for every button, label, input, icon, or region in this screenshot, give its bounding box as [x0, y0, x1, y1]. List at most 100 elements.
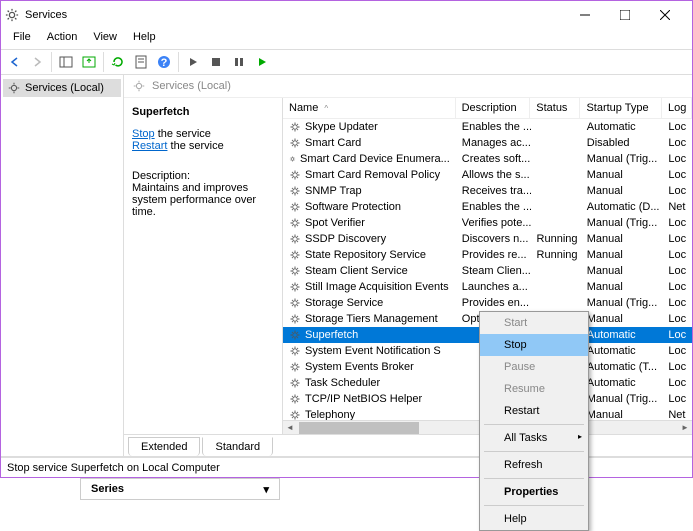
scroll-left-icon[interactable]: ◄: [283, 421, 297, 435]
service-row[interactable]: Still Image Acquisition EventsLaunches a…: [283, 279, 692, 295]
cell-status: [531, 206, 581, 208]
service-row[interactable]: Skype UpdaterEnables the ...AutomaticLoc: [283, 119, 692, 135]
cell-logon: Loc: [662, 136, 692, 150]
forward-button[interactable]: [26, 51, 48, 73]
scroll-thumb[interactable]: [299, 422, 419, 434]
cell-name: Superfetch: [283, 328, 456, 342]
service-row[interactable]: Steam Client ServiceSteam Clien...Manual…: [283, 263, 692, 279]
service-row[interactable]: Smart Card Device Enumera...Creates soft…: [283, 151, 692, 167]
service-row[interactable]: Storage ServiceProvides en...Manual (Tri…: [283, 295, 692, 311]
nav-services-local[interactable]: Services (Local): [3, 79, 121, 97]
pause-service-button[interactable]: [228, 51, 250, 73]
context-menu: Start Stop Pause Resume Restart All Task…: [479, 311, 589, 531]
column-name[interactable]: Name: [283, 98, 456, 118]
ctx-all-tasks[interactable]: All Tasks: [480, 427, 588, 449]
service-row[interactable]: SNMP TrapReceives tra...ManualLoc: [283, 183, 692, 199]
titlebar: Services: [1, 1, 692, 29]
tab-standard[interactable]: Standard: [202, 437, 273, 456]
gear-icon: [289, 265, 301, 277]
gear-icon: [289, 281, 301, 293]
gear-icon: [289, 313, 301, 325]
help-button[interactable]: ?: [153, 51, 175, 73]
ctx-resume[interactable]: Resume: [480, 378, 588, 400]
start-service-button[interactable]: [182, 51, 204, 73]
maximize-button[interactable]: [608, 2, 648, 28]
separator: [484, 478, 584, 479]
column-description[interactable]: Description: [456, 98, 531, 118]
ctx-start[interactable]: Start: [480, 312, 588, 334]
navigation-pane: Services (Local): [1, 75, 124, 456]
cell-status: [531, 174, 581, 176]
cell-name: SNMP Trap: [283, 184, 456, 198]
minimize-icon: [580, 10, 590, 20]
gear-icon: [289, 217, 301, 229]
cell-startup: Manual (Trig...: [581, 152, 663, 166]
ctx-pause[interactable]: Pause: [480, 356, 588, 378]
cell-name: Software Protection: [283, 200, 456, 214]
menu-view[interactable]: View: [85, 29, 125, 49]
restart-service-button[interactable]: [251, 51, 273, 73]
menu-file[interactable]: File: [5, 29, 39, 49]
cell-logon: Loc: [662, 152, 692, 166]
menu-help[interactable]: Help: [125, 29, 164, 49]
cell-description: Creates soft...: [456, 152, 531, 166]
menu-action[interactable]: Action: [39, 29, 86, 49]
chevron-down-icon: ▾: [263, 483, 269, 496]
gear-icon: [289, 233, 301, 245]
cell-status: [531, 222, 581, 224]
description-label: Description:: [132, 170, 274, 182]
service-row[interactable]: Smart CardManages ac...DisabledLoc: [283, 135, 692, 151]
refresh-button[interactable]: [107, 51, 129, 73]
close-button[interactable]: [648, 2, 688, 28]
service-row[interactable]: Spot VerifierVerifies pote...Manual (Tri…: [283, 215, 692, 231]
minimize-button[interactable]: [568, 2, 608, 28]
help-icon: ?: [157, 55, 171, 69]
cell-name: State Repository Service: [283, 248, 456, 262]
cell-logon: Loc: [662, 312, 692, 326]
column-status[interactable]: Status: [530, 98, 580, 118]
stop-link[interactable]: Stop: [132, 128, 155, 140]
cell-logon: Net: [662, 408, 692, 420]
description-text: Maintains and improves system performanc…: [132, 182, 274, 218]
tab-extended[interactable]: Extended: [128, 437, 200, 456]
cell-logon: Loc: [662, 296, 692, 310]
column-startup-type[interactable]: Startup Type: [580, 98, 662, 118]
cell-description: Provides en...: [456, 296, 531, 310]
back-button[interactable]: [3, 51, 25, 73]
gear-icon: [7, 81, 21, 95]
scroll-right-icon[interactable]: ►: [678, 421, 692, 435]
gear-icon: [289, 345, 301, 357]
ctx-restart[interactable]: Restart: [480, 400, 588, 422]
cell-name: Smart Card: [283, 136, 456, 150]
gear-icon: [289, 249, 301, 261]
menubar: File Action View Help: [1, 29, 692, 49]
column-logon[interactable]: Log: [662, 98, 692, 118]
cell-name: Still Image Acquisition Events: [283, 280, 456, 294]
service-row[interactable]: State Repository ServiceProvides re...Ru…: [283, 247, 692, 263]
services-icon: [5, 8, 19, 22]
selected-service-name: Superfetch: [132, 106, 274, 118]
ctx-stop[interactable]: Stop: [480, 334, 588, 356]
cell-logon: Loc: [662, 360, 692, 374]
service-row[interactable]: SSDP DiscoveryDiscovers n...RunningManua…: [283, 231, 692, 247]
service-row[interactable]: Software ProtectionEnables the ...Automa…: [283, 199, 692, 215]
toolbar: ?: [1, 49, 692, 75]
export-button[interactable]: [78, 51, 100, 73]
cell-startup: Manual (Trig...: [581, 216, 663, 230]
series-panel[interactable]: Series ▾: [80, 478, 280, 500]
stop-service-button[interactable]: [205, 51, 227, 73]
properties-button[interactable]: [130, 51, 152, 73]
ctx-help[interactable]: Help: [480, 508, 588, 530]
bottom-panel: Series ▾: [0, 478, 693, 500]
service-row[interactable]: Smart Card Removal PolicyAllows the s...…: [283, 167, 692, 183]
statusbar-text: Stop service Superfetch on Local Compute…: [7, 462, 220, 474]
gear-icon: [132, 79, 146, 93]
nav-item-label: Services (Local): [25, 82, 104, 94]
cell-description: Steam Clien...: [456, 264, 531, 278]
cell-name: Spot Verifier: [283, 216, 456, 230]
ctx-refresh[interactable]: Refresh: [480, 454, 588, 476]
show-hide-button[interactable]: [55, 51, 77, 73]
restart-link[interactable]: Restart: [132, 140, 167, 152]
cell-description: Enables the ...: [456, 200, 531, 214]
cell-logon: Loc: [662, 280, 692, 294]
